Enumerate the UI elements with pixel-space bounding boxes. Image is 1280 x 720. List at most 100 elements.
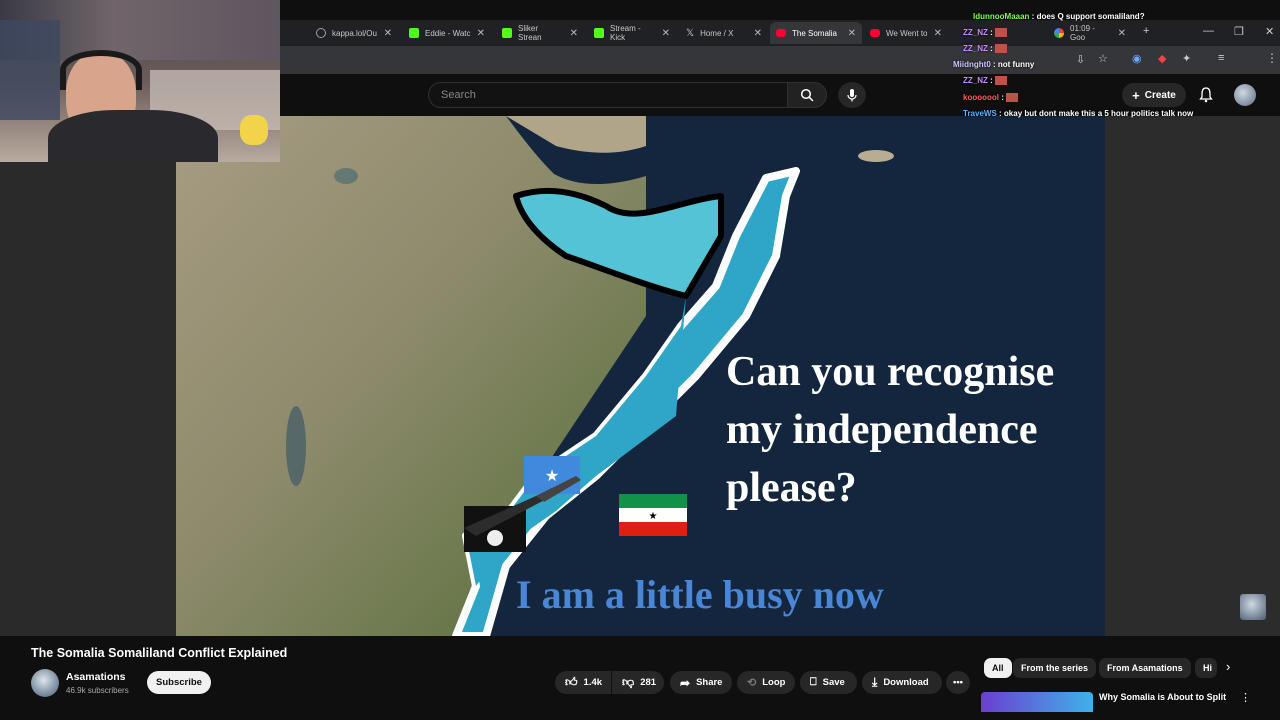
chat-message: ZZ_NZ :	[963, 28, 1007, 38]
chat-message: kooooool :	[963, 93, 1019, 103]
channel-name[interactable]: Asamations	[66, 671, 126, 683]
youtube-icon	[776, 29, 786, 37]
chip-from-channel[interactable]: From Asamations	[1099, 658, 1191, 678]
chat-message: ZZ_NZ :	[963, 76, 1007, 86]
player-letterbox-right	[1105, 116, 1280, 636]
install-icon[interactable]: ⇩	[1076, 53, 1085, 66]
chat-message: ZZ_NZ :	[963, 44, 1007, 54]
maximize-icon[interactable]: ❐	[1234, 25, 1244, 38]
chat-user: TraveWS	[963, 109, 997, 118]
voice-search-button[interactable]	[838, 82, 866, 108]
download-icon: ⤓	[872, 675, 878, 689]
account-avatar[interactable]	[1234, 84, 1256, 106]
minimize-icon[interactable]: —	[1203, 25, 1214, 37]
kick-icon	[594, 28, 604, 38]
menu-kebab-icon[interactable]: ⋮	[1266, 51, 1278, 65]
puzzle-icon[interactable]: ✦	[1182, 52, 1191, 65]
chat-user: ZZ_NZ	[963, 44, 988, 53]
extension-icon[interactable]: ◉	[1132, 52, 1142, 65]
browser-tab[interactable]: kappa.lol/Ou ✕	[310, 22, 398, 44]
chat-message: Miidnght0 : not funny	[953, 60, 1035, 69]
chat-message: TraveWS : okay but dont make this a 5 ho…	[963, 109, 1194, 118]
related-thumbnail[interactable]	[981, 692, 1093, 712]
bookmark-star-icon[interactable]: ☆	[1098, 52, 1108, 65]
close-tab-icon[interactable]: ✕	[848, 28, 856, 39]
video-player[interactable]: ★ ★ Can you recognise my independence pl…	[176, 116, 1105, 636]
video-title: The Somalia Somaliland Conflict Explaine…	[31, 646, 288, 660]
browser-tab[interactable]: Stream - Kick ✕	[588, 22, 676, 44]
svg-text:★: ★	[545, 468, 559, 485]
chip-more[interactable]: Hi	[1195, 658, 1217, 678]
save-button[interactable]: ⎕ Save	[800, 671, 857, 694]
headphones	[60, 50, 142, 90]
thumbs-down-icon: 👎︎	[622, 675, 635, 689]
caption-line-3: please?	[726, 465, 857, 511]
browser-tab[interactable]: 𝕏 Home / X ✕	[680, 22, 768, 44]
close-tab-icon[interactable]: ✕	[477, 28, 485, 39]
chat-user: Miidnght0	[953, 60, 991, 69]
like-button[interactable]: 👍︎ 1.4k	[555, 671, 611, 694]
emote-icon	[1006, 93, 1019, 103]
thumbs-up-icon: 👍︎	[565, 675, 578, 689]
kick-icon	[502, 28, 512, 38]
browser-tab[interactable]: 01:09 - Goo ✕	[1048, 22, 1132, 44]
x-logo-icon: 𝕏	[686, 27, 695, 39]
chip-from-series[interactable]: From the series	[1013, 658, 1097, 678]
close-tab-icon[interactable]: ✕	[1118, 28, 1126, 39]
new-tab-icon[interactable]: +	[1143, 25, 1149, 37]
subscribe-button[interactable]: Subscribe	[147, 671, 211, 694]
chat-user: IdunnooMaaan	[973, 12, 1030, 21]
bookmark-icon: ⎕	[810, 676, 817, 688]
more-actions-button[interactable]: •••	[946, 671, 970, 694]
microphone-icon	[847, 89, 857, 102]
browser-tab-active[interactable]: The Somalia ✕	[770, 22, 862, 44]
emote-icon	[995, 28, 1007, 38]
search-input[interactable]: Search	[428, 82, 788, 108]
close-window-icon[interactable]: ✕	[1265, 25, 1274, 38]
kick-icon	[409, 28, 419, 38]
subscriber-count: 46.9k subscribers	[66, 686, 129, 695]
webcam-overlay	[0, 0, 280, 162]
close-tab-icon[interactable]: ✕	[384, 28, 392, 39]
notifications-button[interactable]	[1196, 85, 1216, 105]
related-menu-icon[interactable]: ⋮	[1240, 691, 1251, 704]
related-title[interactable]: Why Somalia is About to Split	[1099, 692, 1226, 702]
download-button[interactable]: ⤓ Download	[862, 671, 942, 694]
close-tab-icon[interactable]: ✕	[570, 28, 578, 39]
youtube-icon	[870, 29, 880, 37]
loop-button[interactable]: ⟲ Loop	[737, 671, 795, 694]
close-tab-icon[interactable]: ✕	[934, 28, 942, 39]
chat-user: ZZ_NZ	[963, 28, 988, 37]
loop-icon: ⟲	[747, 677, 757, 689]
search-button[interactable]	[787, 82, 827, 108]
caption-line-2: my independence	[726, 407, 1038, 453]
chip-all[interactable]: All	[984, 658, 1012, 678]
bell-icon	[1199, 87, 1213, 103]
channel-avatar[interactable]	[31, 669, 59, 697]
chevron-right-icon[interactable]: ›	[1226, 659, 1230, 674]
channel-watermark[interactable]	[1240, 594, 1266, 620]
emote-icon	[995, 76, 1007, 86]
somaliland-flag: ★	[619, 494, 687, 536]
create-button[interactable]: + Create	[1122, 83, 1186, 107]
caption-line-1: Can you recognise	[726, 349, 1055, 395]
chat-user: ZZ_NZ	[963, 76, 988, 85]
address-bar-row: ⇩ ☆ ◉ ◆ ✦ ≡ ⋮	[280, 46, 1280, 74]
share-icon: ➦	[680, 675, 691, 690]
browser-tab[interactable]: We Went to ✕	[864, 22, 948, 44]
emote-icon	[995, 44, 1007, 54]
caption-reply: I am a little busy now	[516, 572, 884, 617]
browser-tab[interactable]: Eddie - Watc ✕	[403, 22, 491, 44]
extension-icon[interactable]: ◆	[1158, 52, 1166, 65]
media-icon[interactable]: ≡	[1218, 52, 1224, 64]
globe-icon	[316, 28, 326, 38]
socotra-island	[858, 150, 894, 162]
dislike-button[interactable]: 👎︎ 281	[612, 671, 664, 694]
share-button[interactable]: ➦ Share	[670, 671, 732, 694]
close-tab-icon[interactable]: ✕	[662, 28, 670, 39]
plus-icon: +	[1132, 87, 1140, 103]
google-icon	[1054, 28, 1064, 38]
close-tab-icon[interactable]: ✕	[754, 28, 762, 39]
browser-tab[interactable]: Sliker Strean ✕	[496, 22, 584, 44]
search-icon	[800, 88, 814, 102]
